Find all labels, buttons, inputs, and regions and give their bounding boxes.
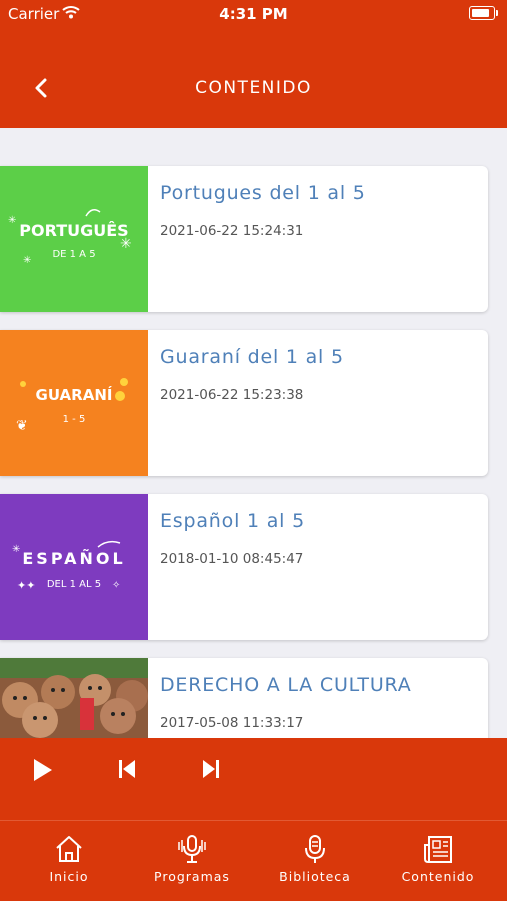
thumbnail-subtitle: 1 - 5	[63, 414, 86, 425]
thumbnail-word: ESPAÑOL	[22, 549, 125, 568]
content-thumbnail	[0, 658, 148, 738]
battery-icon	[469, 6, 498, 20]
svg-text:✧: ✧	[112, 580, 120, 591]
audio-player	[0, 738, 507, 820]
microphone-icon	[305, 835, 325, 863]
thumbnail-word: PORTUGUÊS	[19, 221, 128, 240]
home-icon	[56, 836, 82, 862]
content-title: DERECHO A LA CULTURA	[160, 674, 412, 696]
tab-label: Contenido	[401, 869, 475, 884]
content-title: Portugues del 1 al 5	[160, 182, 366, 204]
skip-next-icon[interactable]	[201, 758, 221, 780]
thumbnail-subtitle: DE 1 A 5	[52, 249, 95, 260]
tab-contenido[interactable]: Contenido	[383, 833, 493, 884]
content-date: 2021-06-22 15:23:38	[160, 387, 304, 403]
content-list: ✳ ✳ ✳ PORTUGUÊS DE 1 A 5 Portugues del 1…	[0, 128, 507, 738]
svg-text:✳: ✳	[8, 215, 16, 226]
content-title: Español 1 al 5	[160, 510, 305, 532]
newspaper-icon	[424, 836, 452, 863]
content-thumbnail: ✳ ✦✦ ✧ ESPAÑOL DEL 1 AL 5	[0, 494, 148, 640]
content-title: Guaraní del 1 al 5	[160, 346, 344, 368]
svg-text:✦✦: ✦✦	[17, 579, 35, 592]
tab-biblioteca[interactable]: Biblioteca	[260, 833, 370, 884]
skip-previous-icon[interactable]	[117, 758, 137, 780]
content-item[interactable]: DERECHO A LA CULTURA 2017-05-08 11:33:17	[0, 658, 488, 738]
svg-text:✳: ✳	[23, 255, 31, 266]
status-bar: Carrier 4:31 PM	[0, 0, 507, 28]
thumbnail-subtitle: DEL 1 AL 5	[47, 579, 101, 590]
tab-programas[interactable]: Programas	[137, 833, 247, 884]
svg-text:✳: ✳	[12, 544, 20, 555]
content-item[interactable]: ✳ ✦✦ ✧ ESPAÑOL DEL 1 AL 5 Español 1 al 5…	[0, 494, 488, 640]
content-date: 2017-05-08 11:33:17	[160, 715, 304, 731]
tab-bar: Inicio Programas Biblioteca Contenido	[0, 820, 507, 901]
content-item[interactable]: ❦ GUARANÍ 1 - 5 Guaraní del 1 al 5 2021-…	[0, 330, 488, 476]
thumbnail-word: GUARANÍ	[36, 385, 113, 404]
content-date: 2018-01-10 08:45:47	[160, 551, 304, 567]
content-thumbnail: ✳ ✳ ✳ PORTUGUÊS DE 1 A 5	[0, 166, 148, 312]
podcast-icon	[178, 835, 206, 863]
tab-label: Biblioteca	[279, 869, 351, 884]
content-date: 2021-06-22 15:24:31	[160, 223, 304, 239]
navigation-bar: CONTENIDO	[0, 28, 507, 128]
page-title: CONTENIDO	[195, 78, 312, 98]
tab-label: Inicio	[49, 869, 89, 884]
content-thumbnail: ❦ GUARANÍ 1 - 5	[0, 330, 148, 476]
tab-label: Programas	[154, 869, 230, 884]
svg-text:❦: ❦	[16, 418, 28, 434]
content-item[interactable]: ✳ ✳ ✳ PORTUGUÊS DE 1 A 5 Portugues del 1…	[0, 166, 488, 312]
play-icon[interactable]	[30, 757, 54, 783]
status-time: 4:31 PM	[219, 5, 288, 23]
tab-inicio[interactable]: Inicio	[14, 833, 124, 884]
